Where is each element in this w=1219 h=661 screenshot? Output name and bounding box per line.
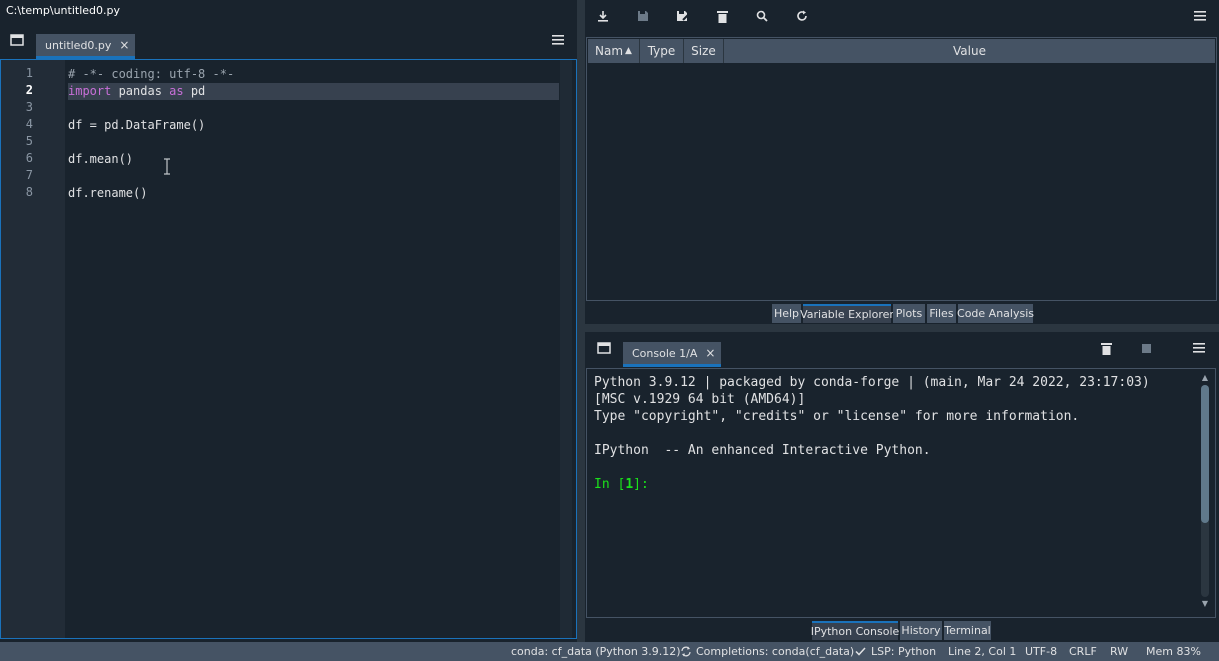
file-encoding: UTF-8 [1025,645,1058,658]
console-banner-line: Type "copyright", "credits" or "license"… [594,409,1080,424]
line-number-current: 2 [25,83,33,97]
variable-explorer-toolbar [585,0,1219,32]
variable-explorer-tabbar: Help Variable Explorer Plots Files Code … [585,304,1219,323]
tab-history[interactable]: History [900,621,942,640]
tab-variable-explorer[interactable]: Variable Explorer [800,304,894,323]
column-header-type[interactable]: Type [640,39,684,63]
console-scrollbar[interactable]: ▲ ▼ [1199,373,1211,608]
text-cursor-icon [164,158,170,175]
scrollbar-thumb[interactable] [1201,385,1209,523]
check-icon [855,647,866,656]
code-editor[interactable]: 1 2 3 4 5 6 7 8 # -*- coding: utf-8 -*- … [0,59,577,639]
line-number: 4 [25,117,33,131]
scroll-down-icon[interactable]: ▼ [1199,599,1211,608]
tab-untitled0[interactable]: untitled0.py × [36,34,136,59]
code-line-4: df = pd.DataFrame() [68,118,206,132]
console-text: Python 3.9.12 | packaged by conda-forge … [594,374,1194,493]
tab-help[interactable]: Help [772,304,801,323]
console-banner-line: Python 3.9.12 | packaged by conda-forge … [594,375,1150,390]
hamburger-menu-icon[interactable] [1190,339,1208,357]
line-number: 5 [25,134,33,148]
line-number-gutter: 1 2 3 4 5 6 7 8 [1,60,65,638]
keyword-import: import [68,84,112,98]
browse-tabs-icon[interactable] [595,339,613,357]
hamburger-menu-icon[interactable] [549,31,567,49]
variable-table[interactable]: Nam ▲ Type Size Value [586,37,1217,301]
code-line-6: df.mean() [68,152,134,166]
lsp-status[interactable]: LSP: Python [855,645,936,658]
delete-all-icon[interactable] [713,7,731,25]
sort-ascending-icon: ▲ [625,46,632,56]
line-endings: CRLF [1069,645,1097,658]
ipython-console-pane: Console 1/A × Python 3.9.12 | packaged b… [585,332,1219,642]
status-bar: conda: cf_data (Python 3.9.12) Completio… [0,642,1219,661]
scroll-up-icon[interactable]: ▲ [1199,373,1211,382]
variable-explorer-pane: Nam ▲ Type Size Value Help Variable Expl… [585,0,1219,327]
line-number: 3 [25,100,33,114]
console-prompt[interactable]: In [1]: [594,476,1194,493]
tab-code-analysis[interactable]: Code Analysis [957,304,1034,323]
prompt-suffix: ]: [633,477,649,492]
prompt-number: 1 [625,477,634,492]
code-token: pd [183,84,206,98]
browse-tabs-icon[interactable] [8,31,26,49]
editor-scrollbar[interactable] [560,60,572,638]
cursor-position: Line 2, Col 1 [948,645,1017,658]
hamburger-menu-icon[interactable] [1191,7,1209,25]
search-icon[interactable] [753,7,771,25]
horizontal-splitter[interactable] [585,324,1219,332]
column-header-value[interactable]: Value [724,39,1215,63]
column-header-name[interactable]: Nam ▲ [588,39,640,63]
column-header-size[interactable]: Size [684,39,724,63]
console-banner-line: IPython -- An enhanced Interactive Pytho… [594,443,931,458]
tab-plots[interactable]: Plots [893,304,925,323]
code-area[interactable]: # -*- coding: utf-8 -*- import pandas as… [68,60,560,638]
console-output[interactable]: Python 3.9.12 | packaged by conda-forge … [586,368,1216,618]
save-icon[interactable] [634,7,652,25]
code-line-1: # -*- coding: utf-8 -*- [68,67,235,81]
variable-table-header: Nam ▲ Type Size Value [588,39,1215,63]
lsp-label: LSP: Python [871,645,937,658]
line-number: 8 [25,185,33,199]
line-number: 6 [25,151,33,165]
prompt-prefix: In [ [594,477,626,492]
stop-icon[interactable] [1137,339,1155,357]
save-as-icon[interactable] [673,7,691,25]
editor-pane: C:\temp\untitled0.py untitled0.py × 1 2 … [0,0,577,642]
tab-ipython-console[interactable]: IPython Console [811,621,899,640]
memory-usage: Mem 83% [1146,645,1201,658]
keyword-as: as [169,84,184,98]
tab-label: untitled0.py [45,38,112,52]
vertical-splitter[interactable] [577,0,585,642]
line-number: 7 [25,168,33,182]
code-line-8: df.rename() [68,186,148,200]
tab-console-1a[interactable]: Console 1/A × [623,342,722,367]
sync-icon [681,646,691,657]
console-banner-line: [MSC v.1929 64 bit (AMD64)] [594,392,806,407]
tab-label: Console 1/A [632,346,698,360]
close-tab-icon[interactable]: × [705,346,715,360]
remove-variables-icon[interactable] [1097,339,1115,357]
status-environment[interactable]: conda: cf_data (Python 3.9.12) [511,645,681,658]
line-number: 1 [25,66,33,80]
editor-toolbar: untitled0.py × [0,23,577,59]
tab-files[interactable]: Files [927,304,956,323]
refresh-icon[interactable] [793,7,811,25]
file-path: C:\temp\untitled0.py [0,0,577,22]
code-line-2-current: import pandas as pd [68,83,559,100]
import-data-icon[interactable] [594,7,612,25]
close-tab-icon[interactable]: × [119,38,129,52]
file-permissions: RW [1110,645,1129,658]
column-label: Nam [595,44,624,58]
completions-label: Completions: conda(cf_data) [696,645,855,658]
code-token: pandas [111,84,170,98]
tab-terminal[interactable]: Terminal [944,621,991,640]
completions-status[interactable]: Completions: conda(cf_data) [680,645,854,658]
